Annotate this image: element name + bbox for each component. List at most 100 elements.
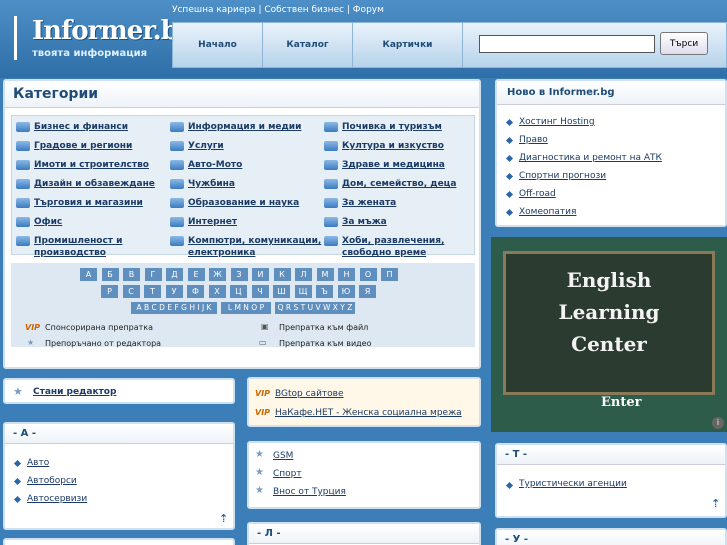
letter-link[interactable]: Т	[144, 285, 161, 298]
category-link[interactable]: Бизнес и финанси	[34, 121, 128, 133]
nav-home[interactable]: Начало	[173, 23, 263, 67]
vip-link[interactable]: НаКафе.НЕТ - Женска социална мрежа	[275, 408, 462, 418]
news-item[interactable]: Спортни прогнози	[519, 171, 606, 181]
next-section-panel	[3, 538, 235, 545]
site-logo[interactable]: Informer.bg твоята информация	[8, 14, 196, 66]
letter-link[interactable]: Х	[208, 285, 226, 298]
list-item[interactable]: Внос от Турция	[273, 487, 346, 497]
category-link[interactable]: Интернет	[188, 216, 237, 228]
nav-catalog[interactable]: Каталог	[263, 23, 353, 67]
section-u-panel: - У -	[495, 528, 727, 545]
letter-link[interactable]: Я	[359, 285, 376, 298]
categories-title: Категории	[5, 81, 479, 108]
ad-banner[interactable]: English Learning Center Enter i	[491, 237, 727, 432]
vip-icon: VIP	[255, 408, 271, 417]
category-link[interactable]: Образование и наука	[188, 197, 299, 209]
bullet-icon	[505, 118, 514, 127]
letter-link[interactable]: С	[122, 285, 140, 298]
latin-index-a-k[interactable]: A B C D E F G H I J K	[131, 302, 217, 314]
letter-link[interactable]: М	[316, 268, 334, 281]
top-links[interactable]: Успешна кариера | Собствен бизнес | Фору…	[172, 5, 384, 15]
letter-link[interactable]: А	[80, 268, 97, 281]
category-link[interactable]: Компютри, комуникации, електроника	[188, 235, 322, 259]
star-icon: ★	[255, 467, 264, 478]
nav-cards[interactable]: Картички	[353, 23, 463, 67]
letter-link[interactable]: О	[359, 268, 377, 281]
letter-link[interactable]: Л	[295, 268, 312, 281]
category-link[interactable]: Имоти и строителство	[34, 159, 149, 171]
latin-index-l-p[interactable]: L M N O P	[221, 302, 271, 314]
news-title: Ново в Informer.bg	[497, 81, 725, 105]
letter-link[interactable]: П	[381, 268, 398, 281]
folder-icon	[324, 122, 338, 132]
letter-link[interactable]: У	[165, 285, 183, 298]
letter-link[interactable]: Б	[101, 268, 119, 281]
category-link[interactable]: Авто-Мото	[188, 159, 242, 171]
category-link[interactable]: За жената	[342, 197, 396, 209]
category-link[interactable]: Дом, семейство, деца	[342, 178, 456, 190]
star-icon: ★	[255, 485, 264, 496]
letter-link[interactable]: Ж	[209, 268, 226, 281]
category-link[interactable]: Хоби, развлечения, свободно време	[342, 235, 472, 259]
legend-recommended: Препоръчано от редактора	[45, 339, 162, 348]
category-link[interactable]: Чужбина	[188, 178, 235, 190]
folder-icon	[16, 217, 30, 227]
letter-link[interactable]: Е	[187, 268, 205, 281]
news-item[interactable]: Хостинг Hosting	[519, 117, 595, 127]
category-link[interactable]: Почивка и туризъм	[342, 121, 442, 133]
logo-name: Informer.bg	[32, 16, 196, 46]
folder-icon	[324, 236, 338, 246]
search-input[interactable]	[479, 35, 655, 53]
letter-link[interactable]: Ю	[337, 285, 355, 298]
list-item[interactable]: Автоборси	[27, 476, 77, 486]
letter-link[interactable]: И	[252, 268, 269, 281]
category-link[interactable]: Дизайн и обзавеждане	[34, 178, 155, 190]
list-item[interactable]: Спорт	[273, 469, 302, 479]
letter-link[interactable]: З	[230, 268, 248, 281]
letter-link[interactable]: В	[123, 268, 140, 281]
folder-icon	[170, 122, 184, 132]
category-link[interactable]: Здраве и медицина	[342, 159, 445, 171]
letter-link[interactable]: Г	[144, 268, 162, 281]
category-link[interactable]: Промишленост и производство	[34, 235, 154, 259]
list-item[interactable]: Автосервизи	[27, 494, 87, 504]
folder-icon	[16, 122, 30, 132]
legend-video: Препратка към видео	[279, 339, 372, 348]
bullet-icon	[505, 208, 514, 217]
search-button[interactable]: Търси	[660, 32, 708, 55]
letter-link[interactable]: Р	[101, 285, 118, 298]
list-item[interactable]: Авто	[27, 458, 49, 468]
scroll-up-icon[interactable]: ⇡	[711, 497, 720, 510]
info-icon[interactable]: i	[712, 417, 724, 429]
category-link[interactable]: Услуги	[188, 140, 224, 152]
category-link[interactable]: Градове и региони	[34, 140, 132, 152]
letter-link[interactable]: Ф	[187, 285, 204, 298]
letter-link[interactable]: Ъ	[316, 285, 333, 298]
latin-index-q-z[interactable]: Q R S T U V W X Y Z	[275, 302, 355, 314]
letter-link[interactable]: Н	[338, 268, 355, 281]
ad-enter[interactable]: Enter	[601, 395, 642, 410]
news-item[interactable]: Право	[519, 135, 548, 145]
letter-link[interactable]: К	[273, 268, 291, 281]
list-item[interactable]: Туристически агенции	[519, 479, 627, 489]
news-item[interactable]: Хомеопатия	[519, 207, 576, 217]
letter-link[interactable]: Ц	[230, 285, 247, 298]
news-item[interactable]: Диагностика и ремонт на АТК	[519, 153, 662, 163]
category-link[interactable]: За мъжа	[342, 216, 387, 228]
bullet-icon	[13, 495, 22, 504]
category-link[interactable]: Търговия и магазини	[34, 197, 143, 209]
letter-link[interactable]: Ч	[251, 285, 269, 298]
become-editor-link[interactable]: Стани редактор	[33, 387, 116, 397]
letter-link[interactable]: Ш	[273, 285, 290, 298]
letter-link[interactable]: Д	[166, 268, 183, 281]
category-link[interactable]: Офис	[34, 216, 62, 228]
scroll-up-icon[interactable]: ⇡	[219, 512, 228, 525]
folder-icon	[170, 179, 184, 189]
news-item[interactable]: Off-road	[519, 189, 556, 199]
folder-icon	[324, 198, 338, 208]
vip-link[interactable]: BGtop сайтове	[275, 389, 344, 399]
letter-link[interactable]: Щ	[294, 285, 312, 298]
category-link[interactable]: Култура и изкуство	[342, 140, 444, 152]
list-item[interactable]: GSM	[273, 451, 293, 461]
category-link[interactable]: Информация и медии	[188, 121, 301, 133]
